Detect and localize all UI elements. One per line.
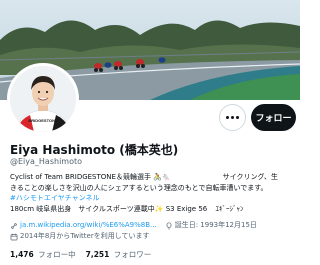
bio-line-4: 180cm 岐阜県出身 サイクルスポーツ連載中✨ S3 Exige 56 ｴｷﾞ… <box>10 204 298 215</box>
joined-date-text: 2014年8月からTwitterを利用しています <box>20 232 150 240</box>
display-name: Eiya Hashimoto (橋本英也) <box>10 143 179 157</box>
profile-bio: Cyclist of Team BRIDGESTONE＆競輪選手 🚴🐁 サイクリン… <box>10 172 298 214</box>
balloon-icon <box>166 221 172 230</box>
following-label: フォロー中 <box>38 250 76 259</box>
profile-meta: ja.m.wikipedia.org/wiki/%E6%A9%8B... 誕生日… <box>10 220 298 242</box>
followers-count-link[interactable]: 7,251 フォロワー <box>86 249 152 260</box>
more-dots-icon <box>226 116 239 119</box>
calendar-icon <box>10 233 18 240</box>
bio-line-4-text: 180cm 岐阜県出身 サイクルスポーツ連載中✨ <box>10 204 164 213</box>
username-handle: @Eiya_Hashimoto <box>10 157 83 166</box>
hashtag-link[interactable]: #ハシモトエイヤチャンネル <box>10 194 99 202</box>
bio-line-1: Cyclist of Team BRIDGESTONE＆競輪選手 🚴🐁 サイクリン… <box>10 172 298 183</box>
bio-line-2: きることの楽しさを沢山の人にシェアするという理念のもとで自転車漕いでます。 <box>10 183 268 192</box>
bio-line-4-car: S3 Exige 56 <box>165 204 208 213</box>
jersey-text: BRIDGESTONE <box>28 118 58 123</box>
following-count: 1,476 <box>10 250 34 259</box>
followers-count: 7,251 <box>85 250 110 259</box>
followers-label: フォロワー <box>113 250 152 259</box>
bio-line-3: #ハシモトエイヤチャンネル <box>10 193 298 204</box>
avatar[interactable]: BRIDGESTONE <box>7 63 79 135</box>
bio-line-4-tail: ｴｷﾞｰｼﾞｬﾝ <box>215 204 244 213</box>
follow-counts: 1,476 フォロー中 7,251 フォロワー <box>10 249 151 260</box>
follow-button[interactable]: フォロー <box>251 104 296 131</box>
more-options-button[interactable] <box>219 104 246 131</box>
birthday-text: 誕生日: 1993年12月15日 <box>174 221 257 229</box>
bio-line-1-text: Cyclist of Team BRIDGESTONE＆競輪選手 🚴🐁 <box>10 173 171 181</box>
profile-website-link[interactable]: ja.m.wikipedia.org/wiki/%E6%A9%8B... <box>20 220 157 231</box>
following-count-link[interactable]: 1,476 フォロー中 <box>10 249 76 260</box>
bio-line-1-tail: サイクリング、生 <box>222 173 278 181</box>
link-icon <box>11 222 17 229</box>
avatar-photo: BRIDGESTONE <box>10 66 76 132</box>
